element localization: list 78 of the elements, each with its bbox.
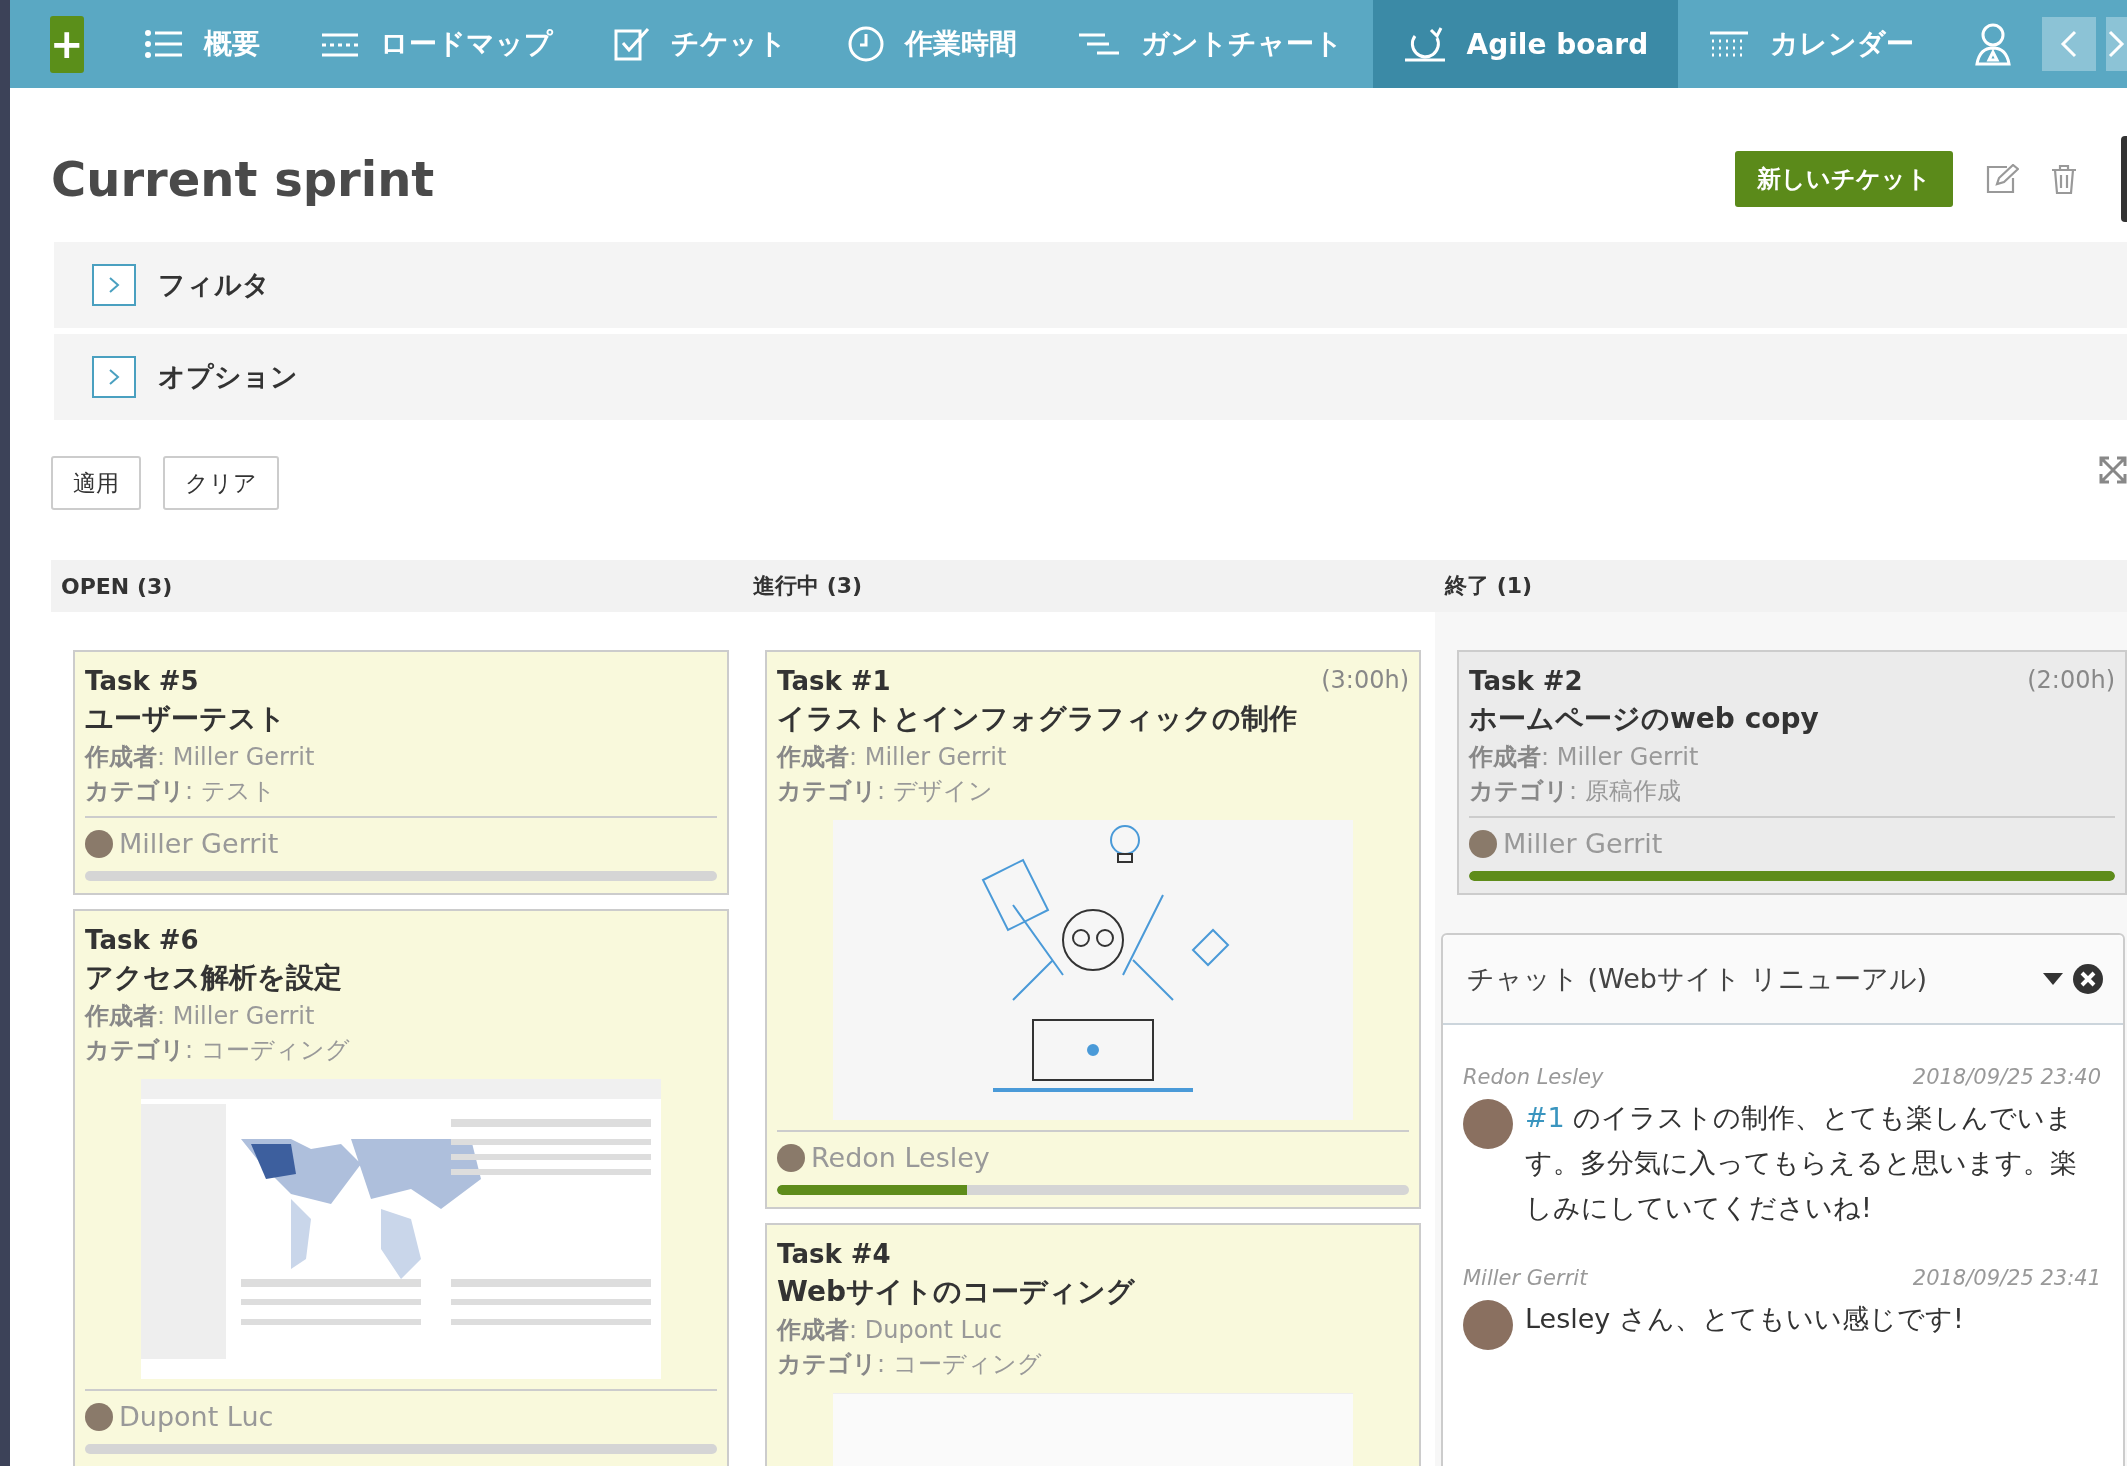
action-button[interactable]: クリア: [163, 456, 279, 510]
task-title: ユーザーテスト: [85, 701, 287, 737]
message-time: 2018/09/25 23:41: [1912, 1266, 2101, 1290]
message-author: Miller Gerrit: [1463, 1266, 1588, 1290]
category-line: カテゴリ: コーディング: [777, 1349, 1043, 1379]
avatar: [1469, 829, 1497, 858]
task-number: Task #5: [85, 666, 199, 696]
author-line: 作成者: Dupont Luc: [777, 1315, 1003, 1345]
avatar: [1463, 1300, 1513, 1350]
time-estimate: (3:00h): [1321, 666, 1409, 696]
task-card[interactable]: Task #6 アクセス解析を設定 作成者: Miller Gerrit カテゴリ: コーディング Dupont Luc: [73, 909, 729, 1466]
message-author: Redon Lesley: [1463, 1065, 1604, 1089]
ticket-link[interactable]: #1: [1525, 1102, 1565, 1133]
task-title: イラストとインフォグラフィックの制作: [777, 701, 1298, 737]
task-card[interactable]: Task #4 Webサイトのコーディング 作成者: Dupont Luc カテゴリ: コーディング: [765, 1223, 1421, 1466]
assignee-name: Dupont Luc: [119, 1401, 274, 1432]
assignee-name: Miller Gerrit: [119, 828, 279, 859]
panel-label: オプション: [158, 360, 298, 394]
assignee-name: Redon Lesley: [811, 1142, 990, 1173]
task-title: Webサイトのコーディング: [777, 1274, 1136, 1310]
clock-icon: [846, 25, 885, 63]
author-line: 作成者: Miller Gerrit: [1469, 742, 1700, 772]
trash-icon[interactable]: [2051, 164, 2077, 194]
avatar: [85, 829, 113, 858]
gantt-icon: [1076, 31, 1121, 57]
message-time: 2018/09/25 23:40: [1912, 1065, 2101, 1089]
message-text: Lesley さん、とてもいい感じです!: [1525, 1302, 1964, 1336]
checkbox-icon: [612, 26, 651, 62]
chevron-right-icon[interactable]: [2106, 17, 2127, 71]
column-header: 終了 (1): [1443, 572, 1534, 600]
chat-title: チャット (Webサイト リニューアル): [1467, 962, 1929, 996]
nav-tab[interactable]: カレンダー: [1678, 0, 1945, 88]
add-button[interactable]: +: [50, 16, 84, 73]
nav-tab[interactable]: Agile board: [1372, 0, 1679, 88]
task-number: Task #6: [85, 925, 199, 955]
category-line: カテゴリ: 原稿作成: [1469, 776, 1682, 806]
message-text: #1 のイラストの制作、とても楽しんでいます。多分気に入ってもらえると思います。楽しみにしていてくださいね!: [1525, 1101, 2078, 1225]
panel-label: フィルタ: [158, 268, 270, 302]
task-card[interactable]: Task #2 (2:00h) ホームページのweb copy 作成者: Miller Gerrit カテゴリ: 原稿作成 Miller Gerrit: [1457, 650, 2127, 895]
author-line: 作成者: Miller Gerrit: [85, 1001, 316, 1031]
nav-tab[interactable]: チケット: [582, 0, 817, 88]
avatar: [1463, 1099, 1513, 1149]
assignee-name: Miller Gerrit: [1503, 828, 1663, 859]
category-line: カテゴリ: コーディング: [85, 1035, 351, 1065]
column-header: OPEN (3): [60, 573, 174, 599]
page-title: Current sprint: [51, 151, 436, 207]
time-estimate: (2:00h): [2027, 666, 2115, 696]
author-line: 作成者: Miller Gerrit: [85, 742, 316, 772]
category-line: カテゴリ: デザイン: [777, 776, 994, 806]
expand-toggle[interactable]: [92, 356, 136, 398]
task-number: Task #4: [777, 1239, 891, 1269]
nav-tab[interactable]: ロードマップ: [289, 0, 583, 88]
task-number: Task #1: [777, 666, 891, 696]
nav-tab[interactable]: 概要: [113, 0, 290, 88]
author-line: 作成者: Miller Gerrit: [777, 742, 1008, 772]
chevron-right-icon: [107, 368, 121, 386]
caret-down-icon[interactable]: [2043, 973, 2063, 985]
task-title: ホームページのweb copy: [1469, 701, 1820, 737]
edit-icon[interactable]: [1985, 164, 2019, 194]
calendar-icon: [1708, 29, 1751, 59]
avatar: [777, 1143, 805, 1172]
task-title: アクセス解析を設定: [85, 960, 343, 996]
new-ticket-button[interactable]: 新しいチケット: [1735, 151, 1953, 207]
category-line: カテゴリ: テスト: [85, 776, 277, 806]
column-header: 進行中 (3): [752, 572, 864, 600]
avatar: [85, 1402, 113, 1431]
list-icon: [143, 27, 184, 61]
chevron-right-icon: [107, 276, 121, 294]
chevron-left-icon[interactable]: [2042, 17, 2097, 71]
nav-tab[interactable]: 作業時間: [816, 0, 1047, 88]
task-card[interactable]: Task #5 ユーザーテスト 作成者: Miller Gerrit カテゴリ: テスト Miller Gerrit: [73, 650, 729, 895]
user-icon: [1974, 22, 2013, 66]
action-button[interactable]: 適用: [51, 456, 141, 510]
nav-tab[interactable]: ガントチャート: [1046, 0, 1373, 88]
task-number: Task #2: [1469, 666, 1583, 696]
task-card[interactable]: Task #1 (3:00h) イラストとインフォグラフィックの制作 作成者: Miller Gerrit カテゴリ: デザイン Redon Lesley: [765, 650, 1421, 1209]
close-icon[interactable]: [2073, 964, 2103, 994]
expand-toggle[interactable]: [92, 264, 136, 306]
